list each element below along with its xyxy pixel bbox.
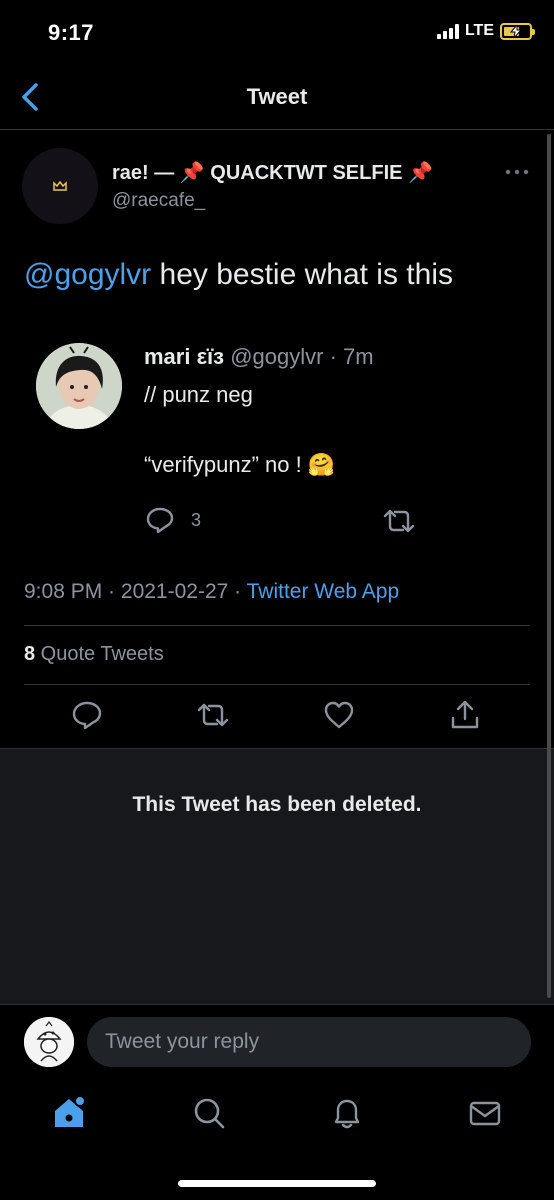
quoted-avatar[interactable] (36, 343, 122, 429)
scrollbar[interactable] (547, 134, 551, 998)
hugging-face-emoji: 🤗 (307, 452, 336, 477)
home-indicator[interactable] (178, 1180, 376, 1187)
meta-separator-2: · (228, 580, 247, 603)
page-title: Tweet (246, 84, 308, 109)
author-avatar[interactable] (22, 148, 98, 224)
reply-icon (146, 507, 174, 534)
tweet-text: @gogylvr hey bestie what is this (24, 258, 453, 292)
crown-icon (53, 181, 67, 191)
author-name[interactable]: rae! — 📌 QUACKTWT SELFIE 📌 (112, 160, 433, 185)
tweet-source-link[interactable]: Twitter Web App (247, 580, 400, 603)
more-icon[interactable] (504, 162, 530, 182)
quoted-reply-count: 3 (191, 509, 202, 530)
tweet-meta: 9:08 PM · 2021-02-27 · Twitter Web App (24, 580, 399, 604)
quote-tweets-link[interactable]: 8 Quote Tweets (24, 643, 164, 666)
quoted-header[interactable]: mari ε‍ïз @gogylvr · 7m (144, 344, 374, 370)
top-nav: Tweet (0, 64, 554, 130)
share-icon[interactable] (448, 698, 482, 732)
quoted-handle: @gogylvr (230, 344, 324, 369)
tweet-actions (0, 698, 554, 738)
retweet-icon[interactable] (196, 698, 230, 732)
search-icon[interactable] (190, 1094, 228, 1132)
reply-icon[interactable] (70, 698, 104, 732)
quoted-age: · 7m (329, 344, 374, 369)
deleted-message: This Tweet has been deleted. (132, 793, 422, 816)
notifications-icon[interactable] (328, 1094, 366, 1132)
divider (24, 625, 530, 626)
meta-separator: · (102, 580, 121, 603)
user-avatar[interactable] (24, 1017, 74, 1067)
tweet-body: hey bestie what is this (151, 258, 454, 291)
quoted-name: mari ε‍ïз (144, 344, 225, 369)
mention-link[interactable]: @gogylvr (24, 258, 151, 291)
tweet-time: 9:08 PM (24, 580, 103, 603)
signal-icon (436, 23, 459, 39)
home-icon[interactable] (50, 1094, 88, 1132)
quoted-text-line2: “verifypunz” no ! 🤗 (144, 452, 335, 478)
author-handle[interactable]: @raecafe_ (112, 190, 205, 212)
quoted-reply-button[interactable]: 3 (145, 505, 201, 535)
network-label: LTE (464, 22, 494, 39)
status-indicators: LTE (436, 22, 535, 40)
messages-icon[interactable] (466, 1094, 504, 1132)
quote-label: Quote Tweets (35, 643, 164, 665)
divider (24, 684, 530, 685)
quote-count: 8 (24, 643, 36, 665)
deleted-tweet-panel: This Tweet has been deleted. (0, 748, 554, 1004)
quoted-retweet-icon[interactable] (382, 506, 416, 541)
quoted-text-line2-text: “verifypunz” no ! (144, 452, 302, 477)
battery-icon (500, 22, 535, 40)
reply-composer (0, 1004, 554, 1078)
quoted-text-line1: // punz neg (144, 382, 253, 407)
like-icon[interactable] (322, 698, 356, 732)
status-bar: 9:17 LTE (0, 0, 554, 64)
tweet-date: 2021-02-27 (120, 580, 229, 603)
status-time: 9:17 (48, 20, 95, 45)
reply-input[interactable] (87, 1017, 531, 1067)
